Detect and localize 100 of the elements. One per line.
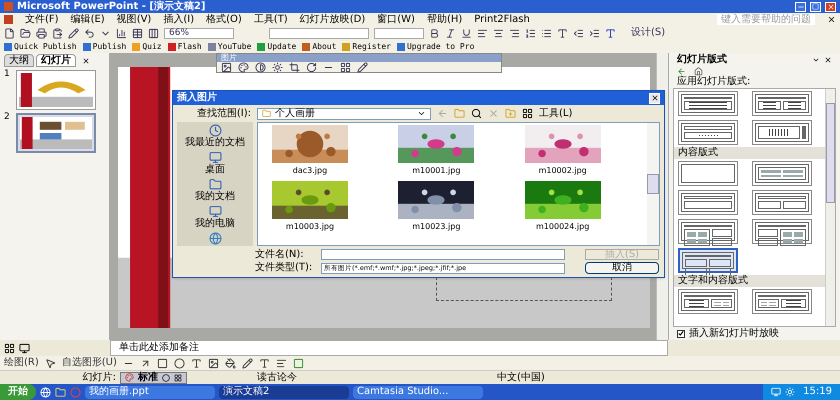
font-color-icon[interactable] [605, 28, 616, 38]
menu-item[interactable]: 格式(O) [206, 14, 242, 24]
vertical-scrollbar[interactable] [825, 89, 835, 326]
line-color-icon[interactable] [242, 358, 253, 368]
menu-item[interactable]: 幻灯片放映(D) [300, 14, 366, 24]
crop-icon[interactable] [289, 62, 300, 73]
maximize-button[interactable] [810, 2, 821, 12]
menu-item[interactable]: Print2Flash [474, 14, 530, 24]
align-left-icon[interactable] [477, 28, 488, 38]
layout-thumbnail[interactable] [678, 289, 738, 314]
panel-tab[interactable]: 幻灯片 [36, 54, 76, 67]
align-right-icon[interactable] [509, 28, 520, 38]
layout-thumbnail[interactable] [752, 219, 812, 244]
numbered-list-icon[interactable] [525, 28, 536, 38]
view-icon[interactable] [4, 342, 15, 354]
layout-thumbnail[interactable] [678, 161, 738, 186]
table-icon[interactable] [132, 28, 143, 38]
autoshapes-button[interactable]: 自选图形(U) [62, 358, 117, 368]
oval-icon[interactable] [174, 358, 185, 368]
views-icon[interactable] [522, 108, 533, 119]
place-button[interactable]: 桌面 [205, 151, 225, 175]
line-style-icon[interactable] [276, 358, 287, 368]
font-size-field[interactable] [374, 28, 424, 38]
layout-thumbnail[interactable] [678, 120, 738, 145]
insert-picture-icon[interactable] [221, 62, 232, 73]
taskbar-button[interactable]: 演示文稿2 [219, 386, 349, 398]
printer-icon[interactable] [36, 28, 47, 38]
chart-icon[interactable] [116, 28, 127, 38]
menu-item[interactable]: 视图(V) [116, 14, 152, 24]
vertical-scrollbar[interactable] [647, 123, 659, 245]
close-icon[interactable] [82, 57, 90, 65]
close-button[interactable] [649, 92, 660, 104]
contrast-icon[interactable] [255, 62, 266, 73]
addin-button[interactable]: Flash [168, 42, 202, 50]
taskbar-button[interactable]: Camtasia Studio... [353, 386, 483, 398]
layout-thumbnail[interactable] [752, 190, 812, 215]
font-color-icon[interactable] [258, 358, 270, 368]
undo-icon[interactable] [84, 28, 95, 38]
browser-icon[interactable] [40, 386, 51, 398]
menu-item[interactable]: 窗口(W) [377, 14, 415, 24]
file-item[interactable]: m10001.jpg [394, 125, 478, 175]
menu-item[interactable]: 文件(F) [25, 14, 59, 24]
layout-thumbnail[interactable] [752, 289, 812, 314]
layout-thumbnail[interactable] [752, 161, 812, 186]
place-button[interactable]: 我的电脑 [195, 205, 235, 229]
back-icon[interactable] [677, 66, 686, 76]
picture-icon[interactable] [208, 358, 219, 368]
file-item[interactable]: m10023.jpg [394, 181, 478, 231]
outdent-icon[interactable] [573, 28, 584, 38]
half-width-icon[interactable] [162, 374, 170, 382]
menu-item[interactable]: 插入(I) [163, 14, 194, 24]
format-icon[interactable] [357, 62, 368, 73]
taskbar-button[interactable]: 我的画册.ppt [85, 386, 215, 398]
align-center-icon[interactable] [493, 28, 504, 38]
zoom-field[interactable]: 66% [164, 28, 234, 38]
network-icon[interactable] [208, 232, 222, 245]
home-icon[interactable] [694, 66, 703, 76]
panel-tab[interactable]: 大纲 [4, 54, 34, 67]
slideshow-icon[interactable] [19, 342, 30, 354]
file-item[interactable]: dac3.jpg [268, 125, 352, 175]
arrow-icon[interactable] [140, 358, 151, 368]
addin-button[interactable]: Register [342, 42, 391, 50]
paste-icon[interactable] [52, 28, 63, 38]
rectangle-icon[interactable] [156, 358, 168, 368]
look-in-dropdown[interactable]: 个人画册 [257, 108, 431, 120]
file-item[interactable]: m10003.jpg [268, 181, 352, 231]
menu-item[interactable]: 编辑(E) [70, 14, 105, 24]
ime-mode[interactable]: 标准 [138, 372, 158, 382]
new-file-icon[interactable] [4, 28, 15, 38]
layout-thumbnail[interactable] [678, 219, 738, 244]
text-box-icon[interactable] [190, 358, 202, 368]
cancel-button[interactable]: 取消 [585, 262, 659, 274]
design-button[interactable]: 设计(S) [631, 28, 666, 38]
file-name-field[interactable] [321, 249, 565, 260]
font-field[interactable] [269, 28, 369, 38]
close-icon[interactable] [827, 15, 836, 24]
place-button[interactable]: 我最近的文档 [185, 124, 245, 148]
close-icon[interactable] [824, 56, 832, 64]
layout-thumbnail[interactable] [678, 91, 738, 116]
bullet-list-icon[interactable] [541, 28, 552, 38]
indent-icon[interactable] [589, 28, 600, 38]
brightness-icon[interactable] [272, 62, 283, 73]
file-item[interactable]: m100024.jpg [520, 181, 605, 231]
shadow-icon[interactable] [292, 358, 304, 368]
checkbox[interactable] [677, 330, 685, 338]
color-icon[interactable] [238, 62, 249, 73]
folder-icon[interactable] [55, 386, 66, 398]
draw-menu-button[interactable]: 绘图(R) [4, 358, 39, 368]
pointer-icon[interactable] [44, 358, 56, 368]
addin-button[interactable]: Quick Publish [4, 42, 77, 50]
tools-button[interactable]: 工具(L) [539, 108, 572, 118]
bold-icon[interactable] [429, 28, 440, 38]
keyboard-icon[interactable] [174, 374, 182, 382]
layout-thumbnail[interactable] [678, 190, 738, 215]
underline-icon[interactable] [461, 28, 472, 38]
place-button[interactable]: 我的文档 [195, 178, 235, 202]
layout-thumbnail[interactable] [752, 120, 812, 145]
slide-thumbnail[interactable] [16, 113, 96, 153]
notes-pane[interactable]: 单击此处添加备注 [110, 340, 668, 356]
layout-thumbnail[interactable] [752, 91, 812, 116]
